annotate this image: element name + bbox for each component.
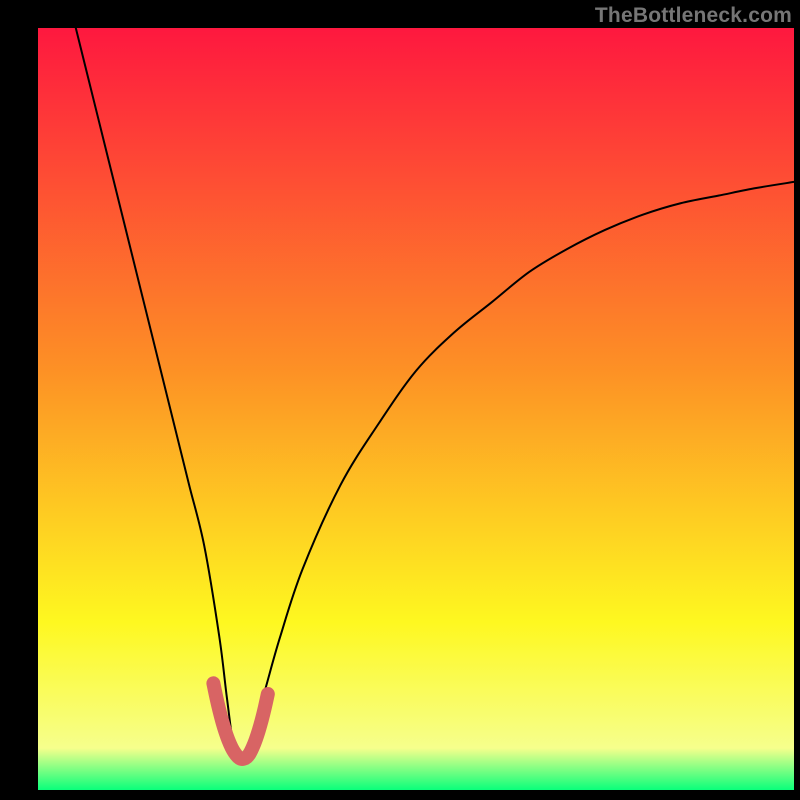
chart-svg <box>38 28 794 790</box>
chart-frame <box>38 28 794 790</box>
chart-background <box>38 28 794 790</box>
watermark-text: TheBottleneck.com <box>595 4 792 28</box>
